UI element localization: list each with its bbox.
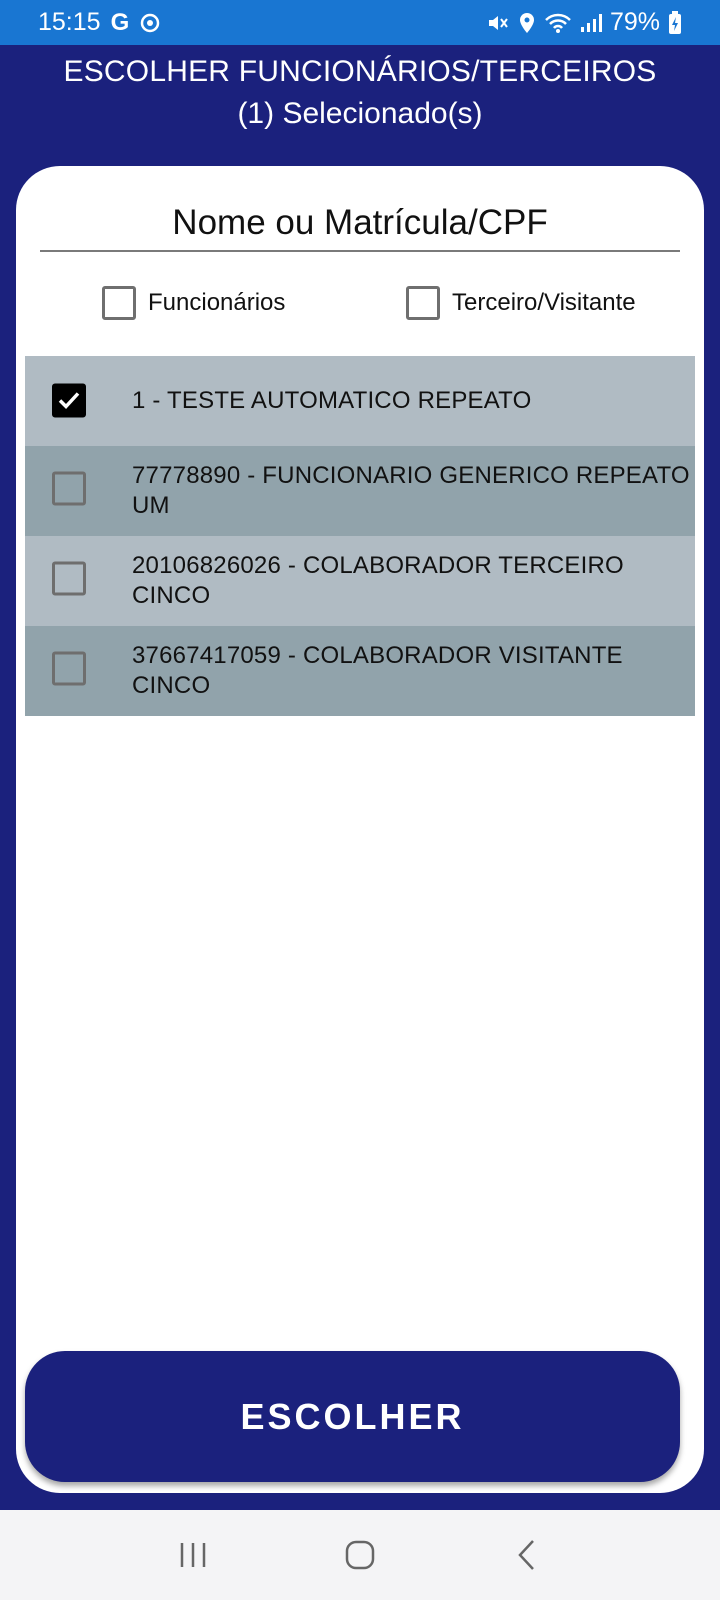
list-item-checkbox-wrap <box>52 651 86 691</box>
list-item[interactable]: 77778890 - FUNCIONARIO GENERICO REPEATO … <box>25 446 695 536</box>
wifi-icon <box>544 12 572 34</box>
check-icon <box>58 392 80 410</box>
list-item[interactable]: 37667417059 - COLABORADOR VISITANTE CINC… <box>25 626 695 716</box>
mute-icon <box>486 12 510 34</box>
google-icon: G <box>110 8 130 36</box>
filter-funcionarios-checkbox[interactable] <box>102 286 136 320</box>
list-item-checkbox-wrap <box>52 383 86 419</box>
battery-icon <box>668 10 682 35</box>
list-item-line1: 20106826026 - COLABORADOR TERCEIRO <box>132 552 624 579</box>
list-item-checkbox-wrap <box>52 561 86 601</box>
search-input[interactable] <box>40 196 680 252</box>
list-item[interactable]: 1 - TESTE AUTOMATICO REPEATO <box>25 356 695 446</box>
people-list: 1 - TESTE AUTOMATICO REPEATO 77778890 - … <box>25 356 695 716</box>
list-item-checkbox[interactable] <box>52 651 86 686</box>
filter-terceiro-visitante[interactable]: Terceiro/Visitante <box>406 286 636 320</box>
list-item-checkbox-wrap <box>52 471 86 511</box>
header: ESCOLHER FUNCIONÁRIOS/TERCEIROS (1) Sele… <box>0 52 720 134</box>
list-item-line2: UM <box>132 492 170 519</box>
list-item-line1: 77778890 - FUNCIONARIO GENERICO REPEATO <box>132 462 690 489</box>
system-nav-bar <box>0 1510 720 1600</box>
list-item-line2: CINCO <box>132 672 211 699</box>
list-item-text: 20106826026 - COLABORADOR TERCEIRO CINCO <box>132 551 695 611</box>
list-item[interactable]: 20106826026 - COLABORADOR TERCEIRO CINCO <box>25 536 695 626</box>
filter-group: Funcionários Terceiro/Visitante <box>16 286 704 338</box>
list-item-text: 77778890 - FUNCIONARIO GENERICO REPEATO … <box>132 461 695 521</box>
recent-apps-icon[interactable] <box>163 1525 223 1585</box>
selection-card: Funcionários Terceiro/Visitante 1 - TEST… <box>16 166 704 1493</box>
list-item-checkbox[interactable] <box>52 561 86 596</box>
clock: 15:15 <box>38 8 101 36</box>
list-item-checkbox[interactable] <box>52 383 86 418</box>
page-title: ESCOLHER FUNCIONÁRIOS/TERCEIROS <box>63 55 657 88</box>
filter-funcionarios[interactable]: Funcionários <box>102 286 285 320</box>
status-right: 79% <box>486 8 682 37</box>
location-icon <box>518 12 536 34</box>
list-item-checkbox[interactable] <box>52 471 86 506</box>
sync-icon <box>139 12 161 34</box>
choose-button[interactable]: ESCOLHER <box>25 1351 680 1482</box>
filter-terceiro-visitante-label: Terceiro/Visitante <box>452 289 636 316</box>
filter-terceiro-visitante-checkbox[interactable] <box>406 286 440 320</box>
list-item-line2: CINCO <box>132 582 211 609</box>
selected-count: (1) Selecionado(s) <box>237 97 483 130</box>
back-icon[interactable] <box>497 1525 557 1585</box>
home-icon[interactable] <box>330 1525 390 1585</box>
battery-percent: 79% <box>609 8 660 36</box>
list-item-line1: 1 - TESTE AUTOMATICO REPEATO <box>132 387 532 414</box>
status-bar: 15:15 G 79% <box>0 0 720 45</box>
list-item-text: 37667417059 - COLABORADOR VISITANTE CINC… <box>132 641 695 701</box>
filter-funcionarios-label: Funcionários <box>148 289 286 316</box>
signal-icon <box>580 13 602 33</box>
list-item-line1: 37667417059 - COLABORADOR VISITANTE <box>132 642 623 669</box>
list-item-text: 1 - TESTE AUTOMATICO REPEATO <box>132 386 695 416</box>
status-left: 15:15 G <box>38 8 161 37</box>
